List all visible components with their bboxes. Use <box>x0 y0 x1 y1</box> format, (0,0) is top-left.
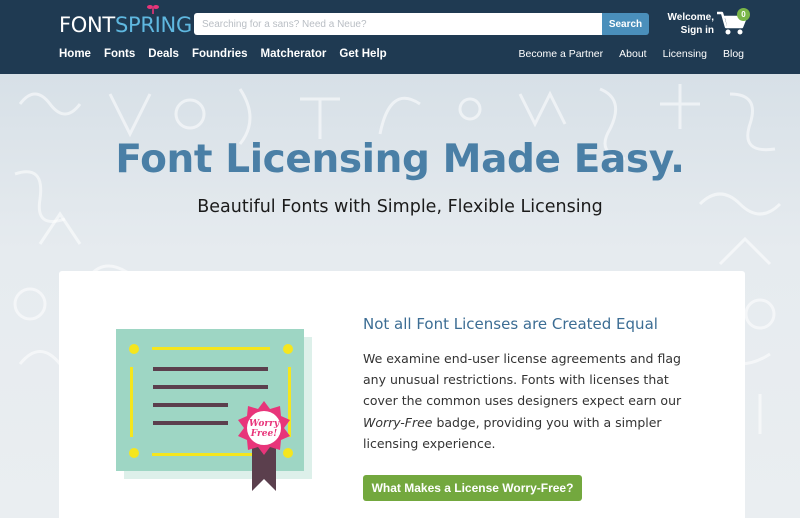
nav-become-partner[interactable]: Become a Partner <box>519 46 604 62</box>
sprout-icon <box>147 5 159 14</box>
main-nav: Home Fonts Deals Foundries Matcherator G… <box>59 46 400 62</box>
nav-home[interactable]: Home <box>59 46 91 62</box>
nav-deals[interactable]: Deals <box>148 46 179 62</box>
worry-free-info-button[interactable]: What Makes a License Worry-Free? <box>363 475 582 501</box>
nav-matcherator[interactable]: Matcherator <box>261 46 327 62</box>
worry-free-emphasis: Worry-Free <box>363 414 433 430</box>
secondary-nav: Become a Partner About Licensing Blog <box>503 46 744 62</box>
search-button[interactable]: Search <box>602 13 649 35</box>
welcome-text: Welcome, <box>667 12 715 23</box>
nav-blog[interactable]: Blog <box>723 46 744 62</box>
badge-text-line1: Worry <box>249 419 280 429</box>
nav-get-help[interactable]: Get Help <box>339 46 386 62</box>
card-body-text: We examine end-user license agreements a… <box>363 351 682 451</box>
nav-foundries[interactable]: Foundries <box>192 46 248 62</box>
fontspring-logo[interactable]: FONTSPRING <box>59 5 192 38</box>
license-certificate-illustration: Worry Free! <box>116 329 312 491</box>
card-heading: Not all Font Licenses are Created Equal <box>363 315 658 333</box>
cart-count-badge: 0 <box>737 8 750 21</box>
sign-in-link[interactable]: Welcome, Sign in <box>664 11 715 37</box>
nav-fonts[interactable]: Fonts <box>104 46 135 62</box>
badge-text-line2: Free! <box>250 429 277 439</box>
nav-licensing[interactable]: Licensing <box>663 46 707 62</box>
site-header: FONTSPRING Search Welcome, Sign in 0 Hom… <box>0 0 800 74</box>
sign-in-text: Sign in <box>680 25 714 36</box>
hero-subtitle: Beautiful Fonts with Simple, Flexible Li… <box>197 197 603 217</box>
search-bar: Search <box>194 13 649 35</box>
search-input[interactable] <box>194 13 602 35</box>
hero-title: Font Licensing Made Easy. <box>115 137 685 182</box>
nav-about[interactable]: About <box>619 46 646 62</box>
